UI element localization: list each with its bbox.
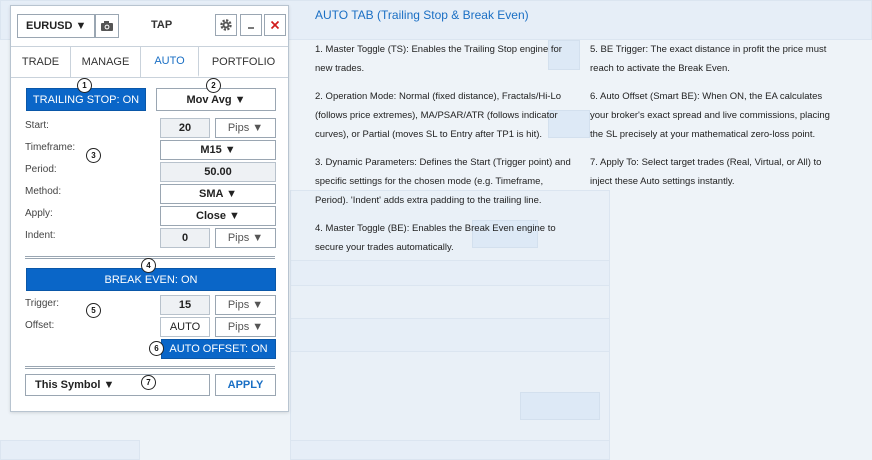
settings-button[interactable] [215,14,237,36]
doc-item-6: 6. Auto Offset (Smart BE): When ON, the … [590,91,830,140]
period-input[interactable]: 50.00 [160,162,276,182]
method-select[interactable]: SMA ▼ [160,184,276,204]
offset-input[interactable]: AUTO [160,317,210,337]
apply-button[interactable]: APPLY [215,374,276,396]
bg-row [290,440,610,460]
doc-item-5: 5. BE Trigger: The exact distance in pro… [590,44,827,74]
doc-item-7: 7. Apply To: Select target trades (Real,… [590,157,822,187]
indent-input[interactable]: 0 [160,228,210,248]
apply-price-select[interactable]: Close ▼ [160,206,276,226]
marker-6: 6 [149,341,164,356]
bg-row [290,318,610,352]
timeframe-label: Timeframe: [25,142,76,153]
marker-7: 7 [141,375,156,390]
panel-header: EURUSD ▼ TAP [11,6,288,46]
trigger-input[interactable]: 15 [160,295,210,315]
method-label: Method: [25,186,62,197]
minimize-icon [248,27,254,29]
start-unit-select[interactable]: Pips ▼ [215,118,276,138]
marker-4: 4 [141,258,156,273]
section-divider [25,366,275,369]
tab-auto[interactable]: AUTO [141,47,199,77]
doc-column-right: 5. BE Trigger: The exact distance in pro… [590,40,842,200]
trigger-label: Trigger: [25,298,60,309]
gear-icon [220,19,232,31]
symbol-select[interactable]: EURUSD ▼ [17,14,95,38]
timeframe-select[interactable]: M15 ▼ [160,140,276,160]
apply-price-label: Apply: [25,208,53,219]
tap-panel: EURUSD ▼ TAP TRADE MANAGE AUTO PORTFOLIO… [10,5,289,412]
marker-3: 3 [86,148,101,163]
bg-row [0,440,140,460]
tab-portfolio[interactable]: PORTFOLIO [199,47,288,77]
panel-title: TAP [151,19,173,31]
doc-column-left: 1. Master Toggle (TS): Enables the Trail… [315,40,573,266]
indent-unit-select[interactable]: Pips ▼ [215,228,276,248]
doc-item-4: 4. Master Toggle (BE): Enables the Break… [315,223,556,253]
minimize-button[interactable] [240,14,262,36]
offset-unit-select[interactable]: Pips ▼ [215,317,276,337]
indent-label: Indent: [25,230,56,241]
close-button[interactable] [264,14,286,36]
start-label: Start: [25,120,49,131]
start-input[interactable]: 20 [160,118,210,138]
doc-title: AUTO TAB (Trailing Stop & Break Even) [315,8,529,22]
doc-item-1: 1. Master Toggle (TS): Enables the Trail… [315,44,562,74]
doc-item-2: 2. Operation Mode: Normal (fixed distanc… [315,91,562,140]
close-icon [270,20,280,30]
marker-1: 1 [77,78,92,93]
doc-item-3: 3. Dynamic Parameters: Defines the Start… [315,157,571,206]
auto-offset-toggle[interactable]: AUTO OFFSET: ON [161,339,276,359]
tab-manage[interactable]: MANAGE [71,47,141,77]
marker-5: 5 [86,303,101,318]
trigger-unit-select[interactable]: Pips ▼ [215,295,276,315]
screenshot-button[interactable] [95,14,119,38]
bg-button [520,392,600,420]
period-label: Period: [25,164,57,175]
camera-icon [101,21,113,31]
tab-trade[interactable]: TRADE [11,47,71,77]
tab-bar: TRADE MANAGE AUTO PORTFOLIO [11,46,288,78]
target-trades-select[interactable]: This Symbol ▼ [25,374,210,396]
offset-label: Offset: [25,320,55,331]
marker-2: 2 [206,78,221,93]
